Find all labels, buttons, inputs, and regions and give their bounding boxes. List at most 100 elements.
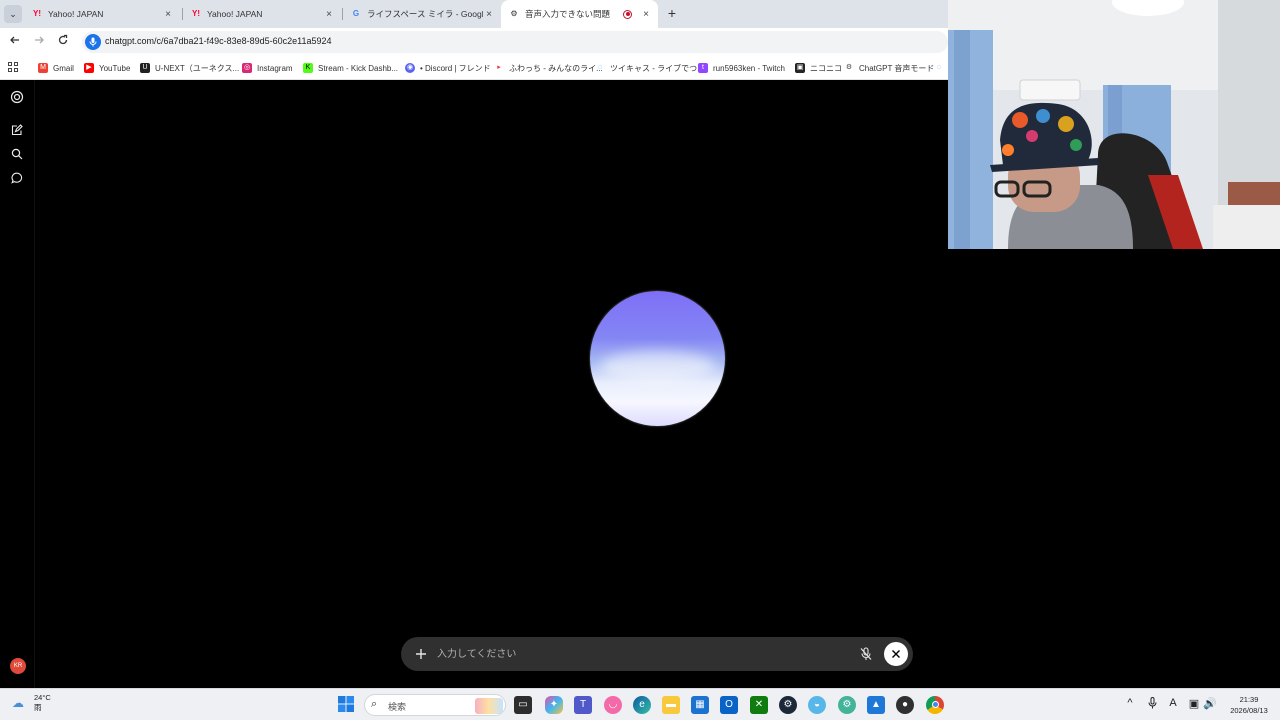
bookmark-youtube[interactable]: ▶ YouTube [84, 60, 130, 76]
system-clock[interactable]: 21:39 2026/08/13 [1224, 694, 1274, 716]
yahoo-icon: Y! [192, 9, 200, 18]
bookmark-label: YouTube [99, 63, 131, 73]
bookmark-label: • Discord | フレンド [420, 63, 491, 73]
clock-time: 21:39 [1239, 695, 1259, 704]
bookmark-discord[interactable]: ◉ • Discord | フレンド [405, 60, 491, 76]
close-icon[interactable]: × [323, 9, 335, 20]
teams-icon[interactable]: T [574, 696, 592, 714]
bookmark-unext[interactable]: U U-NEXT（ユーネクス... [140, 60, 239, 76]
weather-widget[interactable]: ☁ 24°C 雨 [12, 693, 51, 713]
search-icon[interactable] [9, 148, 25, 164]
bookmark-kick[interactable]: K Stream - Kick Dashb... [303, 60, 398, 76]
new-chat-icon[interactable] [9, 124, 25, 140]
search-highlight-image [475, 698, 503, 714]
bookmark-twitch[interactable]: t run5963ken - Twitch [698, 60, 785, 76]
openai-logo-icon[interactable] [9, 90, 25, 106]
chevron-up-icon[interactable]: ^ [1123, 697, 1137, 709]
bookmark-fuwacchi[interactable]: ▸ ふわっち - みんなのライ... [494, 60, 603, 76]
copilot-icon[interactable]: ✦ [545, 696, 563, 714]
pink-app-icon[interactable]: ◡ [604, 696, 622, 714]
windows-taskbar: ☁ 24°C 雨 ⌕ 検索 ▭ ✦ T ◡ e ▬ ▦ O ✕ ⚙ ◒ ⚙ ▲ … [0, 688, 1280, 720]
close-icon[interactable]: × [483, 9, 495, 20]
bookmark-gmail[interactable]: M Gmail [38, 60, 74, 76]
store-icon[interactable]: ▦ [691, 696, 709, 714]
new-tab-button[interactable]: + [664, 5, 680, 21]
plus-icon [416, 649, 426, 659]
windows-start-icon[interactable] [337, 696, 355, 714]
avatar[interactable]: KR [10, 658, 26, 674]
gmail-icon: M [38, 63, 48, 73]
recording-icon [623, 9, 632, 19]
message-input[interactable] [437, 646, 837, 662]
instagram-icon: ◎ [242, 63, 252, 73]
network-icon[interactable]: ▣ [1187, 697, 1201, 710]
outlook-icon[interactable]: O [720, 696, 738, 714]
close-icon[interactable]: × [640, 9, 652, 20]
bookmark-niconico[interactable]: ▣ ニコニコ [795, 60, 842, 76]
webcam-overlay [948, 0, 1280, 249]
bookmark-label: Stream - Kick Dashb... [318, 63, 399, 73]
bookmark-label: Instagram [257, 63, 293, 73]
niconico-icon: ▣ [795, 63, 805, 73]
close-icon[interactable]: × [162, 9, 174, 20]
ime-indicator[interactable]: A [1166, 697, 1180, 709]
file-explorer-icon[interactable]: ▬ [662, 696, 680, 714]
url-text: chatgpt.com/c/6a7dba21-f49c-83e8-89d5-60… [105, 36, 332, 46]
tab-yahoo-1[interactable]: Y! Yahoo! JAPAN × [24, 0, 180, 28]
steam-icon[interactable]: ⚙ [779, 696, 797, 714]
weather-description: 雨 [34, 703, 42, 712]
bookmark-chatgpt-voice[interactable]: ⚙ ChatGPT 音声モード [844, 60, 935, 76]
tab-strip: ⌄ Y! Yahoo! JAPAN × Y! Yahoo! JAPAN × G … [0, 0, 948, 28]
browser-toolbar: chatgpt.com/c/6a7dba21-f49c-83e8-89d5-60… [0, 28, 948, 56]
bookmark-label: ふわっち - みんなのライ... [509, 63, 603, 73]
tab-google-search[interactable]: G ライフスペース ミイラ - Google 検索 × [343, 0, 501, 28]
apps-grid-icon[interactable] [8, 62, 18, 72]
voice-composer [401, 637, 913, 671]
tab-search-button[interactable]: ⌄ [4, 5, 22, 23]
tab-yahoo-2[interactable]: Y! Yahoo! JAPAN × [183, 0, 341, 28]
chrome-icon[interactable] [926, 696, 944, 714]
bookmark-overflow[interactable]: ◌ [934, 60, 948, 76]
twitcasting-icon: ◌ [597, 64, 603, 71]
bookmark-label: U-NEXT（ユーネクス... [155, 63, 240, 73]
weather-temperature: 24°C [34, 693, 51, 702]
tab-chatgpt-active[interactable]: ⚙ 音声入力できない問題 × [501, 0, 658, 28]
bookmark-label: ChatGPT 音声モード [859, 63, 935, 73]
taskbar-search[interactable]: ⌕ 検索 [364, 694, 506, 716]
volume-icon[interactable]: 🔊 [1203, 697, 1217, 710]
task-view-icon[interactable]: ▭ [514, 696, 532, 714]
chatgpt-icon: ⚙ [510, 9, 518, 18]
chatgpt-app-icon[interactable]: ⚙ [838, 696, 856, 714]
tab-title: 音声入力できない問題 [525, 9, 611, 19]
photos-icon[interactable]: ▲ [867, 696, 885, 714]
xbox-icon[interactable]: ✕ [750, 696, 768, 714]
voice-orb [590, 291, 725, 426]
edge-icon[interactable]: e [633, 696, 651, 714]
add-attachment-button[interactable] [411, 644, 431, 664]
reload-button[interactable] [55, 34, 71, 50]
microphone-icon[interactable] [85, 34, 101, 50]
chat-bubble-icon[interactable] [9, 172, 25, 188]
arrow-left-icon [10, 36, 19, 44]
bookmark-instagram[interactable]: ◎ Instagram [242, 60, 293, 76]
end-voice-button[interactable] [884, 642, 908, 666]
obs-icon[interactable]: ● [896, 696, 914, 714]
chat-app-icon[interactable]: ◒ [808, 696, 826, 714]
chatgpt-icon: ⚙ [845, 64, 853, 71]
google-icon: G [352, 9, 360, 18]
chatgpt-voice-mode: KR [0, 80, 948, 688]
microphone-icon[interactable] [1145, 697, 1159, 712]
address-bar[interactable]: chatgpt.com/c/6a7dba21-f49c-83e8-89d5-60… [82, 31, 948, 53]
bookmark-label: run5963ken - Twitch [713, 63, 785, 73]
kick-icon: K [303, 63, 313, 73]
bookmarks-bar: M Gmail ▶ YouTube U U-NEXT（ユーネクス... ◎ Instag… [0, 56, 948, 80]
mute-mic-button[interactable] [856, 644, 876, 664]
twitch-icon: t [698, 63, 708, 73]
forward-button[interactable] [31, 34, 47, 50]
sidebar-rail: KR [0, 80, 35, 688]
bookmark-twitcasting[interactable]: ◌ ツイキャス - ライブでつ... [595, 60, 704, 76]
unext-icon: U [140, 63, 150, 73]
bookmark-label: ツイキャス - ライブでつ... [610, 63, 704, 73]
reload-icon [58, 34, 68, 45]
back-button[interactable] [7, 34, 23, 50]
